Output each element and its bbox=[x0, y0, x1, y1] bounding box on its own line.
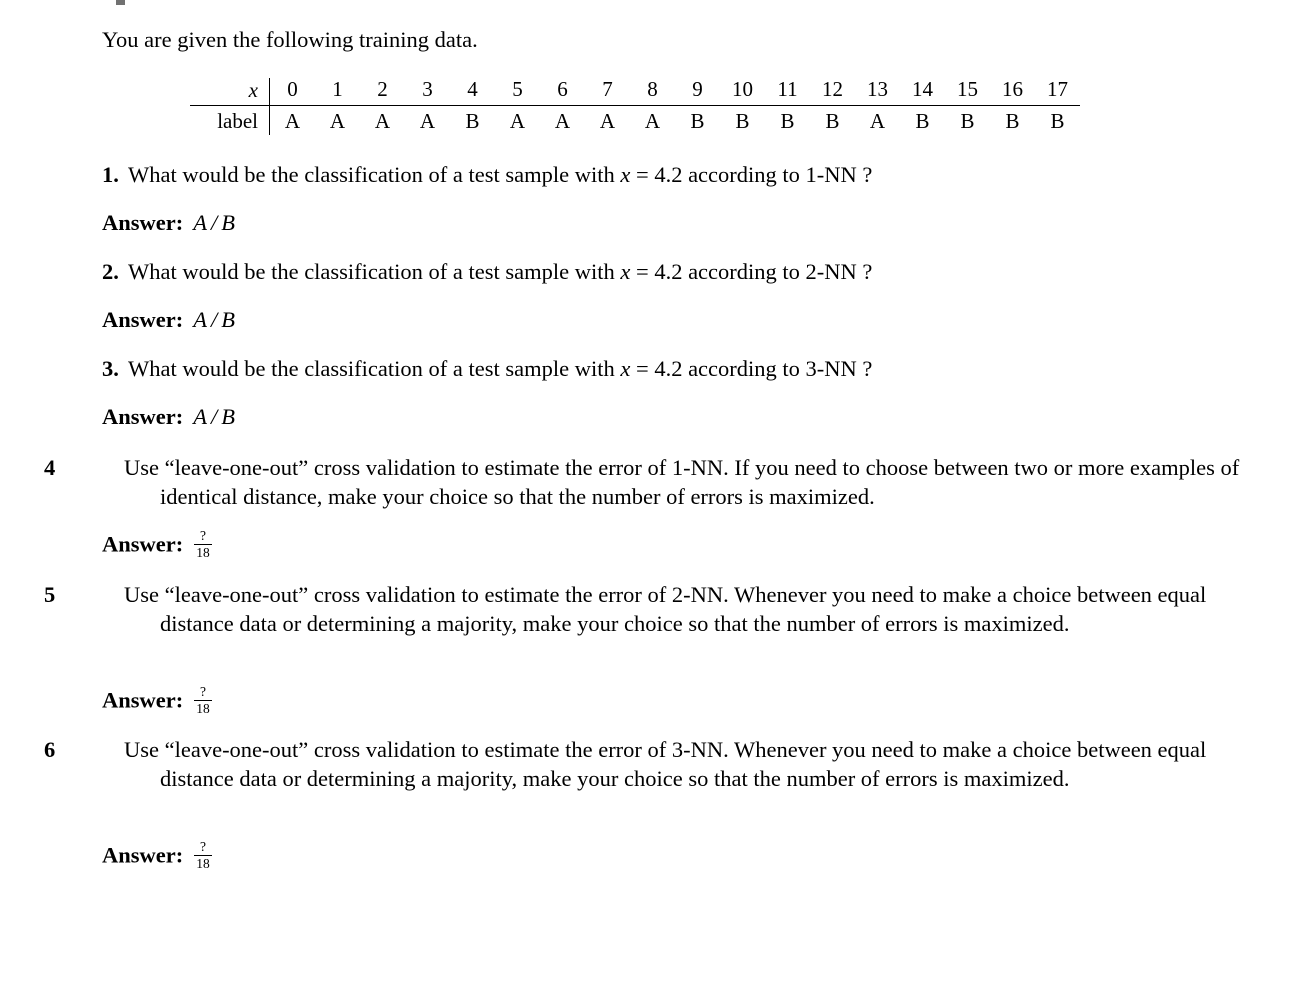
question-number: 1. bbox=[102, 162, 119, 187]
table-cell: A bbox=[284, 109, 301, 133]
training-data-table: x 0 1 2 3 4 5 6 7 8 9 10 11 12 13 14 15 … bbox=[190, 78, 1080, 135]
question-text-line: is maximized. bbox=[943, 766, 1070, 792]
table-cell: 3 bbox=[405, 78, 450, 106]
table-cell: A bbox=[599, 109, 616, 133]
question-number: 5 bbox=[44, 582, 56, 607]
table-cell: B bbox=[780, 109, 795, 133]
answer-2: Answer: A / B bbox=[102, 306, 235, 333]
table-cell: A bbox=[374, 109, 391, 133]
table-cell: A bbox=[644, 109, 661, 133]
intro-text: You are given the following training dat… bbox=[102, 27, 478, 52]
table-cell: 10 bbox=[720, 78, 765, 106]
answer-option-b[interactable]: B bbox=[221, 210, 235, 235]
question-text-line: Use “leave-one-out” cross validation to … bbox=[124, 582, 1072, 607]
table-cell: B bbox=[735, 109, 750, 133]
table-row-label: label A A A A B A A A A B B B B A B B B … bbox=[190, 105, 1080, 135]
question-paragraph: 5 Use “leave-one-out” cross validation to… bbox=[44, 580, 1248, 639]
answer-fraction[interactable]: ? 18 bbox=[194, 684, 212, 717]
answer-4: Answer:? 18 bbox=[102, 528, 212, 561]
answer-6: Answer:? 18 bbox=[102, 839, 212, 872]
question-6: 6 Use “leave-one-out” cross validation to… bbox=[44, 735, 1248, 794]
question-number: 4 bbox=[44, 455, 56, 480]
question-text: What would be the classification of a te… bbox=[128, 356, 873, 381]
fraction-denominator: 18 bbox=[196, 545, 210, 561]
question-number: 2. bbox=[102, 259, 119, 284]
table-cell: B bbox=[1005, 109, 1020, 133]
answer-separator: / bbox=[210, 307, 218, 332]
table-cell: 12 bbox=[810, 78, 855, 106]
fraction-denominator: 18 bbox=[196, 856, 210, 872]
question-2: 2. What would be the classification of a … bbox=[102, 257, 1248, 286]
table-cell: 15 bbox=[945, 78, 990, 106]
clipped-glyph-fragment bbox=[116, 0, 125, 5]
answer-label: Answer: bbox=[102, 687, 184, 713]
answer-label: Answer: bbox=[102, 307, 184, 332]
table-cell: 14 bbox=[900, 78, 945, 106]
table-cell: 0 bbox=[270, 78, 315, 106]
answer-option-a[interactable]: A bbox=[193, 404, 207, 429]
question-text-line: Use “leave-one-out” cross validation to … bbox=[124, 737, 1072, 762]
fraction-numerator: ? bbox=[194, 528, 212, 546]
table-cell: A bbox=[419, 109, 436, 133]
answer-label: Answer: bbox=[102, 842, 184, 868]
table-cell: A bbox=[509, 109, 526, 133]
table-cell: B bbox=[690, 109, 705, 133]
answer-label: Answer: bbox=[102, 210, 184, 235]
table-cell: B bbox=[825, 109, 840, 133]
table-cell: 2 bbox=[360, 78, 405, 106]
row-header-label: label bbox=[217, 109, 258, 133]
question-number: 6 bbox=[44, 737, 56, 762]
question-number: 3. bbox=[102, 356, 119, 381]
answer-separator: / bbox=[210, 210, 218, 235]
answer-option-a[interactable]: A bbox=[193, 307, 207, 332]
table-cell: 5 bbox=[495, 78, 540, 106]
question-5: 5 Use “leave-one-out” cross validation to… bbox=[44, 580, 1248, 639]
answer-option-b[interactable]: B bbox=[221, 404, 235, 429]
question-paragraph: 4 Use “leave-one-out” cross validation to… bbox=[44, 453, 1248, 512]
table-cell: A bbox=[869, 109, 886, 133]
table-cell: A bbox=[329, 109, 346, 133]
question-text-line: is maximized. bbox=[943, 611, 1070, 637]
fraction-numerator: ? bbox=[194, 684, 212, 702]
table-cell: B bbox=[465, 109, 480, 133]
table-cell: B bbox=[1050, 109, 1065, 133]
answer-option-b[interactable]: B bbox=[221, 307, 235, 332]
answer-label: Answer: bbox=[102, 531, 184, 557]
answer-fraction[interactable]: ? 18 bbox=[194, 839, 212, 872]
table-cell: 7 bbox=[585, 78, 630, 106]
answer-label: Answer: bbox=[102, 404, 184, 429]
table-cell: 8 bbox=[630, 78, 675, 106]
row-header-x: x bbox=[190, 78, 270, 106]
table-cell: 13 bbox=[855, 78, 900, 106]
table-cell: 1 bbox=[315, 78, 360, 106]
question-text: What would be the classification of a te… bbox=[128, 259, 873, 284]
question-text: What would be the classification of a te… bbox=[128, 162, 873, 187]
table-cell: B bbox=[960, 109, 975, 133]
answer-separator: / bbox=[210, 404, 218, 429]
answer-5: Answer:? 18 bbox=[102, 684, 212, 717]
table-row-x: x 0 1 2 3 4 5 6 7 8 9 10 11 12 13 14 15 … bbox=[190, 78, 1080, 106]
table-cell: A bbox=[554, 109, 571, 133]
table-cell: B bbox=[915, 109, 930, 133]
answer-3: Answer: A / B bbox=[102, 403, 235, 430]
answer-fraction[interactable]: ? 18 bbox=[194, 528, 212, 561]
table-cell: 4 bbox=[450, 78, 495, 106]
question-1: 1. What would be the classification of a … bbox=[102, 160, 1248, 189]
table-cell: 6 bbox=[540, 78, 585, 106]
answer-option-a[interactable]: A bbox=[193, 210, 207, 235]
question-4: 4 Use “leave-one-out” cross validation to… bbox=[44, 453, 1248, 512]
question-text-line: Use “leave-one-out” cross validation to … bbox=[124, 455, 1073, 480]
document-page: You are given the following training dat… bbox=[0, 0, 1298, 1000]
fraction-denominator: 18 bbox=[196, 701, 210, 717]
table-cell: 16 bbox=[990, 78, 1035, 106]
table-cell: 17 bbox=[1035, 78, 1080, 106]
question-paragraph: 6 Use “leave-one-out” cross validation to… bbox=[44, 735, 1248, 794]
question-3: 3. What would be the classification of a … bbox=[102, 354, 1248, 383]
fraction-numerator: ? bbox=[194, 839, 212, 857]
table-cell: 11 bbox=[765, 78, 810, 106]
answer-1: Answer: A / B bbox=[102, 209, 235, 236]
table-cell: 9 bbox=[675, 78, 720, 106]
